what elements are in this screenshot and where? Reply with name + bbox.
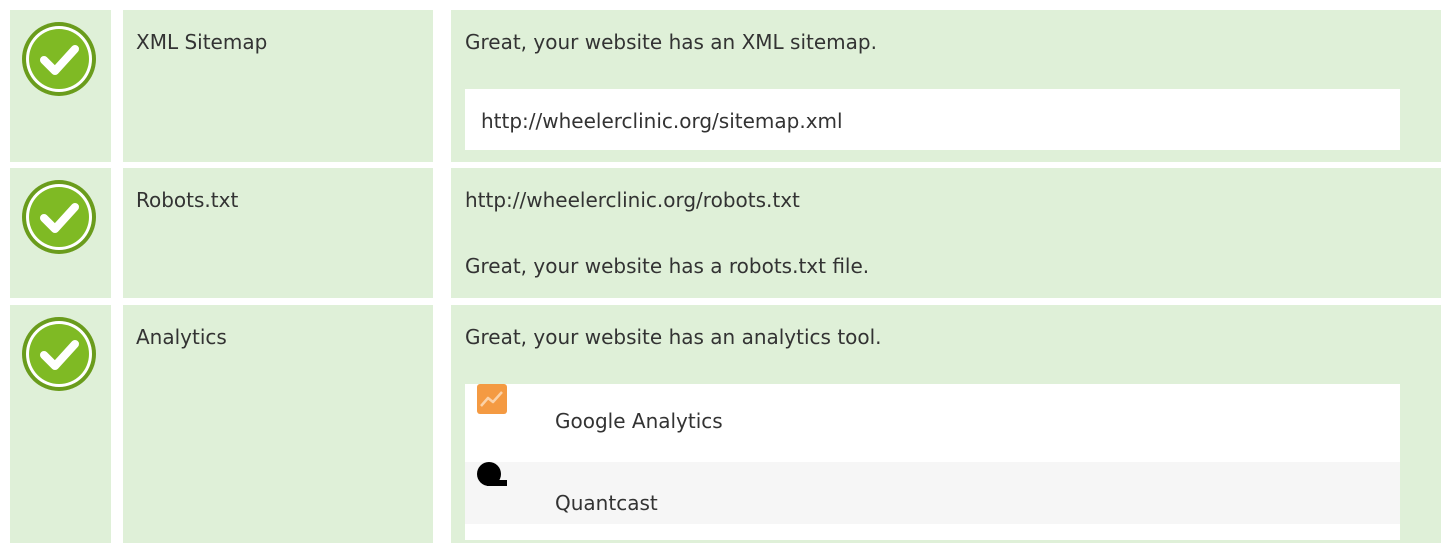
tool-item-quantcast: Quantcast xyxy=(465,462,1400,524)
detail-cell: http://wheelerclinic.org/robots.txt Grea… xyxy=(451,168,1441,298)
url-box: http://wheelerclinic.org/sitemap.xml xyxy=(465,89,1400,150)
status-cell xyxy=(10,10,111,162)
tool-name: Quantcast xyxy=(555,491,658,515)
status-message: Great, your website has an XML sitemap. xyxy=(465,30,877,54)
robots-url[interactable]: http://wheelerclinic.org/robots.txt xyxy=(465,187,800,213)
robots-row: Robots.txt http://wheelerclinic.org/robo… xyxy=(0,168,1451,298)
detail-cell: Great, your website has an XML sitemap. … xyxy=(451,10,1441,162)
label-cell: Analytics xyxy=(123,305,433,543)
status-message: Great, your website has a robots.txt fil… xyxy=(465,254,870,278)
tools-list: Google Analytics Quantcast xyxy=(465,384,1400,540)
row-label: Analytics xyxy=(136,325,227,349)
detail-cell: Great, your website has an analytics too… xyxy=(451,305,1441,543)
quantcast-icon xyxy=(477,462,509,498)
row-label: XML Sitemap xyxy=(136,30,268,54)
label-cell: XML Sitemap xyxy=(123,10,433,162)
status-cell xyxy=(10,305,111,543)
tool-name: Google Analytics xyxy=(555,409,723,433)
status-message: Great, your website has an analytics too… xyxy=(465,325,882,349)
label-cell: Robots.txt xyxy=(123,168,433,298)
row-label: Robots.txt xyxy=(136,188,239,212)
google-analytics-icon xyxy=(477,384,507,418)
sitemap-url[interactable]: http://wheelerclinic.org/sitemap.xml xyxy=(481,108,843,134)
status-cell xyxy=(10,168,111,298)
sitemap-row: XML Sitemap Great, your website has an X… xyxy=(0,10,1451,162)
tool-item-google-analytics: Google Analytics xyxy=(465,384,1400,446)
checkmark-icon xyxy=(20,315,98,393)
checkmark-icon xyxy=(20,178,98,256)
checkmark-icon xyxy=(20,20,98,98)
analytics-row: Analytics Great, your website has an ana… xyxy=(0,305,1451,543)
